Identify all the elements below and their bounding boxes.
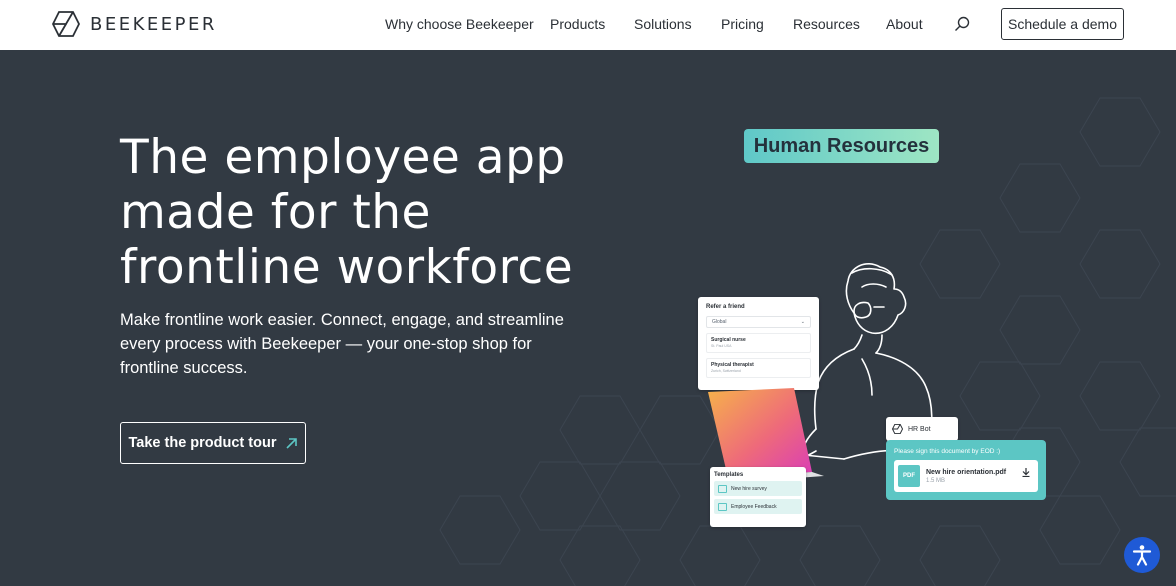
job-title: Physical therapist [711, 362, 754, 368]
product-tour-button[interactable]: Take the product tour [120, 422, 306, 464]
nav-resources[interactable]: Resources [793, 16, 860, 32]
refer-friend-title: Refer a friend [706, 304, 745, 310]
job-location: St. Paul USA [711, 344, 732, 348]
hero-title: The employee app made for the frontline … [120, 130, 640, 295]
pdf-file-name: New hire orientation.pdf [926, 468, 1007, 476]
schedule-demo-button[interactable]: Schedule a demo [1001, 8, 1124, 40]
hero-title-line-2: made for the [120, 185, 431, 240]
hexagon-logo-icon [52, 11, 80, 37]
hr-bot-name: HR Bot [908, 425, 931, 433]
templates-card: Templates New hire survey Employee Feedb… [710, 467, 806, 527]
hero-section: The employee app made for the frontline … [0, 50, 1176, 586]
job-location: Zurich, Switzerland [711, 369, 741, 373]
hero-title-line-3: frontline workforce [120, 240, 574, 295]
nav-pricing[interactable]: Pricing [721, 16, 764, 32]
logo[interactable]: BEEKEEPER [52, 11, 217, 37]
human-resources-badge: Human Resources [744, 129, 939, 163]
hero-title-line-1: The employee app [120, 130, 566, 185]
accessibility-button[interactable] [1124, 537, 1160, 573]
nav-products[interactable]: Products [550, 16, 605, 32]
sign-message-text: Please sign this document by EOD :) [894, 448, 1001, 455]
pdf-file-icon: PDF [898, 465, 920, 487]
accessibility-icon [1132, 545, 1152, 566]
template-icon [718, 502, 727, 511]
sign-document-message: Please sign this document by EOD :) PDF … [886, 440, 1046, 500]
template-label: New hire survey [731, 485, 767, 492]
product-tour-label: Take the product tour [128, 435, 277, 451]
template-label: Employee Feedback [731, 503, 777, 510]
hero-subtitle: Make frontline work easier. Connect, eng… [120, 311, 564, 377]
location-select[interactable]: Global ⌄ [706, 316, 811, 328]
download-icon[interactable] [1022, 468, 1030, 477]
hexagon-logo-icon [892, 424, 903, 434]
template-item[interactable]: Employee Feedback [714, 499, 802, 514]
job-title: Surgical nurse [711, 337, 746, 343]
pdf-file-size: 1.5 MB [926, 477, 946, 484]
location-select-value: Global [712, 319, 727, 325]
brand-name: BEEKEEPER [90, 13, 217, 35]
hr-bot-card: HR Bot [886, 417, 958, 441]
job-row[interactable]: Physical therapist Zurich, Switzerland [706, 358, 811, 378]
refer-friend-card: Refer a friend Global ⌄ Surgical nurse S… [698, 297, 819, 390]
templates-title: Templates [714, 472, 744, 478]
template-icon [718, 484, 727, 493]
nav-solutions[interactable]: Solutions [634, 16, 692, 32]
job-row[interactable]: Surgical nurse St. Paul USA [706, 333, 811, 353]
arrow-up-right-icon [286, 437, 298, 449]
nav-why-choose[interactable]: Why choose Beekeeper [385, 16, 534, 32]
template-item[interactable]: New hire survey [714, 481, 802, 496]
top-nav: BEEKEEPER Why choose Beekeeper Products … [0, 0, 1176, 50]
nav-about[interactable]: About [886, 16, 923, 32]
pdf-attachment[interactable]: PDF New hire orientation.pdf 1.5 MB [894, 460, 1038, 492]
chevron-down-icon: ⌄ [800, 319, 805, 325]
search-icon[interactable] [954, 16, 970, 32]
